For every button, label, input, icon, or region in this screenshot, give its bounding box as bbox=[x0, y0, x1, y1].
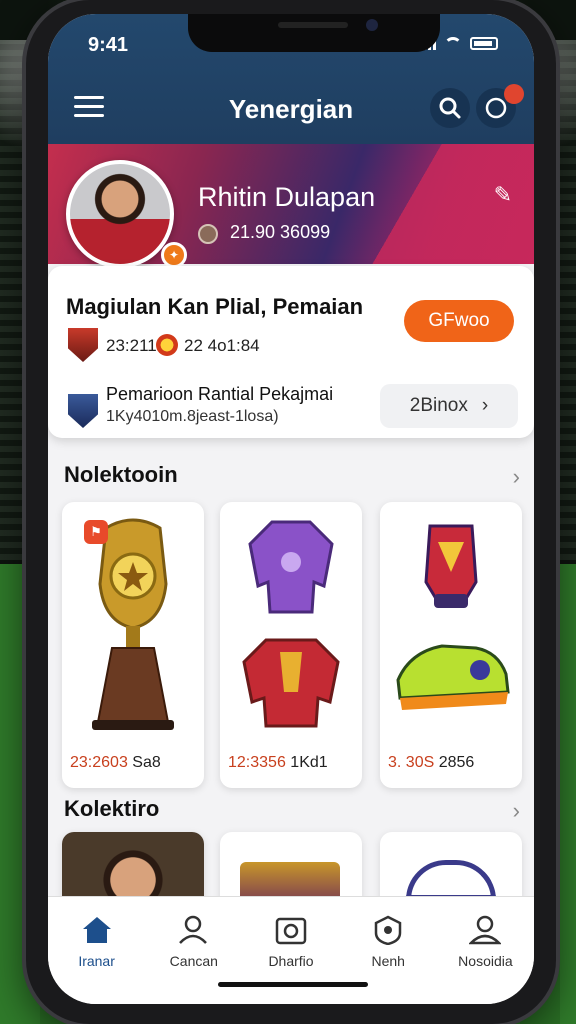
details-button-label: 2Binox bbox=[409, 395, 468, 416]
tab-home[interactable]: Iranar bbox=[48, 897, 145, 1004]
league-shield-icon bbox=[68, 394, 98, 428]
boot-image bbox=[396, 524, 510, 710]
collection-card[interactable]: ⚑ 23:2603 Sa8 bbox=[62, 502, 204, 788]
coin-icon bbox=[198, 224, 218, 244]
edit-profile-icon[interactable]: ✎ bbox=[494, 182, 512, 208]
avatar[interactable] bbox=[66, 160, 174, 268]
info-card: Magiulan Kan Plial, Pemaian 23:211 22 4o… bbox=[48, 266, 534, 438]
tab-label: Cancan bbox=[169, 953, 218, 969]
tab-cancan[interactable]: Cancan bbox=[145, 897, 242, 1004]
notification-badge bbox=[504, 84, 524, 104]
card-price-unit: Sa8 bbox=[132, 754, 161, 771]
section-title-collection: Nolektooin bbox=[64, 462, 178, 487]
section-title-collection-2: Kolektiro bbox=[64, 796, 160, 821]
info-card-title: Magiulan Kan Plial, Pemaian bbox=[66, 294, 364, 319]
home-icon bbox=[82, 917, 111, 943]
home-indicator[interactable] bbox=[218, 982, 368, 987]
jersey-image bbox=[242, 520, 340, 728]
speaker bbox=[278, 22, 348, 28]
profile-stat: 21.90 36099 bbox=[230, 222, 331, 242]
tab-label: Iranar bbox=[78, 953, 115, 969]
wifi-icon bbox=[444, 37, 462, 49]
camera-icon bbox=[275, 917, 307, 945]
chevron-right-icon[interactable]: › bbox=[513, 464, 520, 490]
badge-icon bbox=[374, 915, 402, 945]
search-button[interactable] bbox=[430, 88, 470, 128]
card-price-unit: 1Kd1 bbox=[290, 754, 328, 771]
profile-name: Rhitin Dulapan bbox=[198, 182, 376, 212]
card-price-value: 23:2603 bbox=[70, 754, 128, 771]
tab-nenh[interactable]: Nenh bbox=[340, 897, 437, 1004]
jump-rope-image bbox=[406, 860, 496, 900]
info-row-title: Pemarioon Rantial Pekajmai bbox=[106, 384, 334, 404]
profile-icon bbox=[469, 915, 502, 945]
card-price-value: 12:3356 bbox=[228, 754, 286, 771]
card-price: 3. 30S 2856 bbox=[388, 754, 474, 772]
collection-card[interactable]: 12:3356 1Kd1 bbox=[220, 502, 362, 788]
tab-label: Nenh bbox=[371, 953, 405, 969]
card-price-value: 3. 30S bbox=[388, 754, 435, 771]
battery-icon bbox=[470, 36, 498, 50]
info-stat-2: 22 4o1:84 bbox=[184, 336, 260, 355]
phone-frame: 9:41 Yenergian ✦ Rhitin Dulapan 21.90 36… bbox=[26, 0, 556, 1024]
phone-screen: 9:41 Yenergian ✦ Rhitin Dulapan 21.90 36… bbox=[48, 14, 534, 1004]
coin-icon bbox=[156, 334, 178, 356]
hot-badge-icon: ⚑ bbox=[84, 520, 108, 544]
collection-card[interactable]: 3. 30S 2856 bbox=[380, 502, 522, 788]
tab-dharfio[interactable]: Dharfio bbox=[242, 897, 339, 1004]
info-stat-1: 23:211 bbox=[106, 336, 157, 355]
search-icon bbox=[439, 97, 461, 119]
details-button[interactable]: 2Binox › bbox=[380, 384, 518, 428]
status-time: 9:41 bbox=[88, 34, 129, 56]
bell-icon bbox=[485, 97, 507, 119]
card-price: 23:2603 Sa8 bbox=[70, 754, 161, 772]
cta-button[interactable]: GFwoo bbox=[404, 300, 514, 342]
chevron-right-icon[interactable]: › bbox=[513, 798, 520, 824]
bottom-tab-bar: Iranar Cancan Dharfio Nenh Nosoidia bbox=[48, 896, 534, 1004]
info-row-subtitle: 1Ky4010m.8jeast-1losa) bbox=[106, 408, 279, 425]
notch bbox=[188, 14, 440, 52]
card-price: 12:3356 1Kd1 bbox=[228, 754, 328, 772]
tab-label: Nosoidia bbox=[458, 953, 513, 969]
chevron-right-icon: › bbox=[481, 395, 489, 416]
avatar-badge-icon: ✦ bbox=[161, 242, 187, 268]
user-edit-icon bbox=[178, 915, 207, 944]
club-shield-icon bbox=[68, 328, 98, 362]
tab-nosoidia[interactable]: Nosoidia bbox=[437, 897, 534, 1004]
front-camera bbox=[366, 19, 378, 31]
card-price-unit: 2856 bbox=[438, 754, 475, 771]
tab-label: Dharfio bbox=[268, 953, 314, 969]
